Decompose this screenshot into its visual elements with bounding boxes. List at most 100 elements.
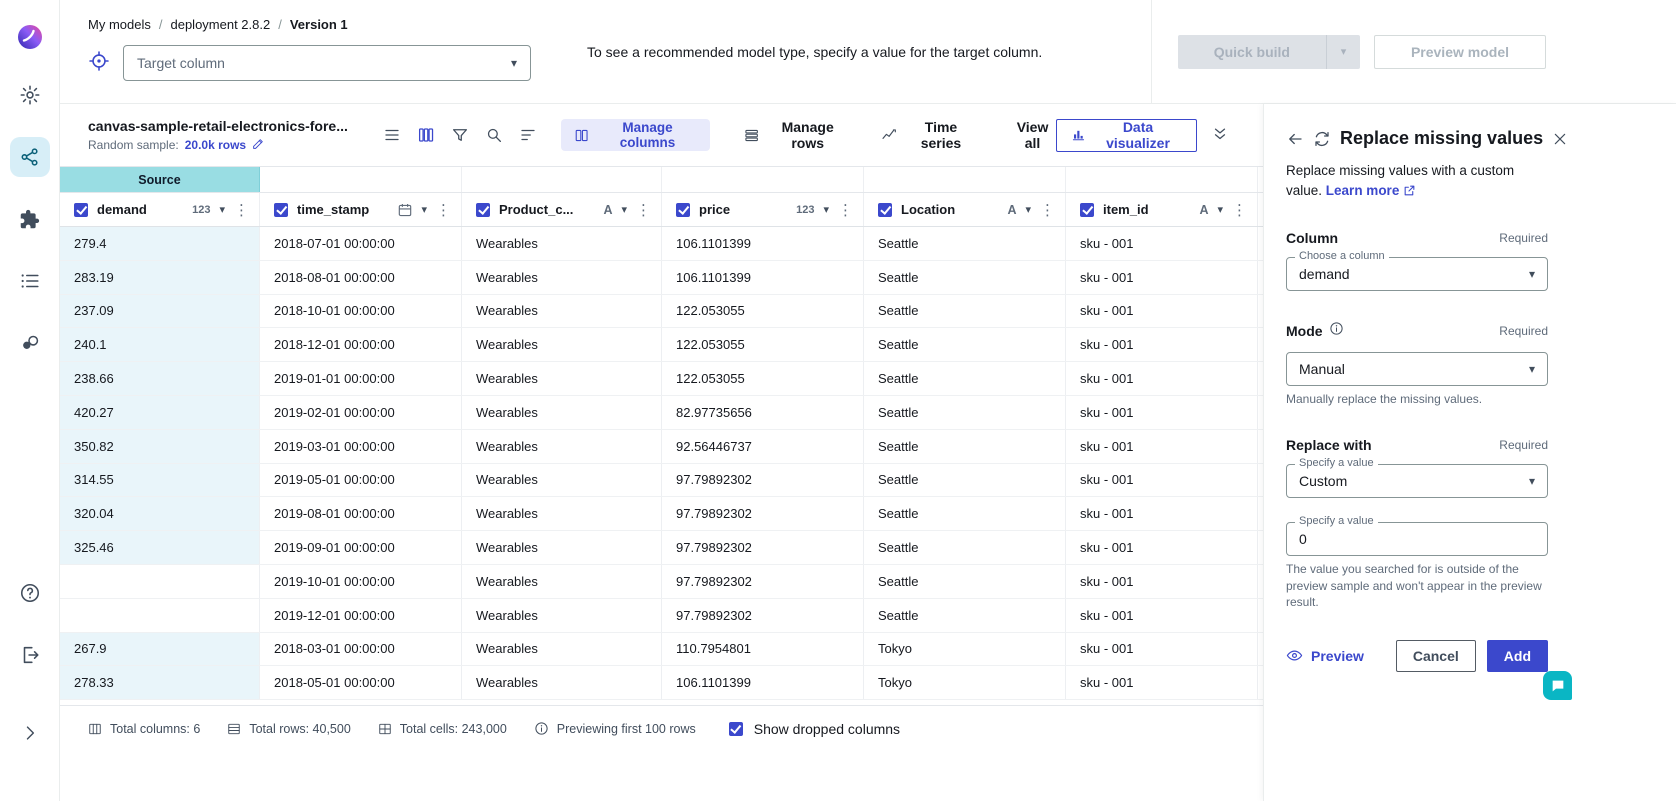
list-icon[interactable]	[10, 261, 50, 301]
time-series-button[interactable]: Time series	[881, 119, 975, 151]
cancel-button[interactable]: Cancel	[1396, 640, 1476, 672]
preview-model-button[interactable]: Preview model	[1374, 35, 1546, 69]
column-sort-caret-icon[interactable]: ▾	[621, 203, 627, 216]
table-cell: Wearables	[462, 362, 662, 395]
column-checkbox-checked[interactable]	[878, 203, 892, 217]
settings-gear-icon[interactable]	[10, 75, 50, 115]
table-cell: sku - 001	[1066, 328, 1258, 361]
content-split: canvas-sample-retail-electronics-fore...…	[60, 104, 1676, 801]
search-icon[interactable]	[478, 120, 509, 151]
table-row: 320.042019-08-01 00:00:00Wearables97.798…	[60, 497, 1263, 531]
preview-label: Preview	[1311, 648, 1364, 664]
table-cell: 2018-05-01 00:00:00	[260, 666, 462, 699]
mode-select[interactable]: Manual ▾	[1286, 352, 1548, 386]
column-kebab-menu-icon[interactable]: ⋮	[436, 201, 451, 219]
source-tab[interactable]: Source	[60, 167, 260, 192]
column-header-item_id[interactable]: item_idA▾⋮	[1066, 193, 1258, 226]
source-row: Source	[60, 167, 1263, 193]
column-kebab-menu-icon[interactable]: ⋮	[234, 201, 249, 219]
text-type-icon: A	[1199, 203, 1208, 217]
checkbox-checked-icon[interactable]	[729, 722, 743, 736]
help-icon[interactable]	[10, 573, 50, 613]
column-label: Column	[1286, 230, 1338, 246]
total-rows-text: Total rows: 40,500	[249, 722, 350, 736]
table-cell: 97.79892302	[662, 531, 864, 564]
source-row-empty-cell	[864, 167, 1066, 192]
column-header-Product_c...[interactable]: Product_c...A▾⋮	[462, 193, 662, 226]
table-row: 325.462019-09-01 00:00:00Wearables97.798…	[60, 531, 1263, 565]
column-kebab-menu-icon[interactable]: ⋮	[838, 201, 853, 219]
table-cell: 278.33	[60, 666, 260, 699]
panel-title: Replace missing values	[1340, 128, 1543, 149]
custom-models-puzzle-icon[interactable]	[10, 199, 50, 239]
replace-with-select[interactable]: Custom ▾	[1286, 464, 1548, 498]
table-cell: Wearables	[462, 565, 662, 598]
manage-rows-button[interactable]: Manage rows	[744, 119, 848, 151]
column-header-Location[interactable]: LocationA▾⋮	[864, 193, 1066, 226]
manage-columns-label: Manage columns	[598, 120, 696, 150]
filter-icon[interactable]	[444, 120, 475, 151]
table-cell: Seattle	[864, 396, 1066, 429]
column-sort-caret-icon[interactable]: ▾	[1025, 203, 1031, 216]
column-sort-caret-icon[interactable]: ▾	[823, 203, 829, 216]
datasets-circles-icon[interactable]	[10, 323, 50, 363]
column-checkbox-checked[interactable]	[476, 203, 490, 217]
number-type-icon: 123	[192, 204, 210, 216]
info-icon[interactable]	[1329, 321, 1344, 341]
column-checkbox-checked[interactable]	[676, 203, 690, 217]
chevron-down-icon: ▾	[1529, 362, 1535, 376]
column-checkbox-checked[interactable]	[1080, 203, 1094, 217]
table-cell: 350.82	[60, 430, 260, 463]
sign-out-icon[interactable]	[10, 635, 50, 675]
column-sort-caret-icon[interactable]: ▾	[1217, 203, 1223, 216]
quick-build-caret-icon[interactable]: ▾	[1326, 35, 1360, 69]
column-checkbox-checked[interactable]	[74, 203, 88, 217]
breadcrumb-item[interactable]: deployment 2.8.2	[170, 17, 270, 32]
target-column-select[interactable]: Target column ▾	[123, 45, 531, 81]
expand-sidebar-chevron-icon[interactable]	[10, 713, 50, 753]
edit-pencil-icon[interactable]	[252, 137, 265, 153]
custom-value-input[interactable]	[1286, 522, 1548, 556]
table-cell: 420.27	[60, 396, 260, 429]
column-sort-caret-icon[interactable]: ▾	[421, 203, 427, 216]
add-button[interactable]: Add	[1487, 640, 1548, 672]
status-total-columns: Total columns: 6	[88, 722, 200, 736]
column-sort-caret-icon[interactable]: ▾	[219, 203, 225, 216]
chat-widget-button[interactable]	[1543, 671, 1572, 700]
app-logo[interactable]	[16, 23, 44, 51]
learn-more-link[interactable]: Learn more	[1326, 181, 1417, 201]
table-cell: Wearables	[462, 295, 662, 328]
text-type-icon: A	[603, 203, 612, 217]
table-cell: 314.55	[60, 464, 260, 497]
collapse-double-chevron-icon[interactable]	[1211, 125, 1229, 146]
column-header-time_stamp[interactable]: time_stamp▾⋮	[260, 193, 462, 226]
show-dropped-columns-checkbox[interactable]: Show dropped columns	[729, 721, 900, 737]
table-cell: Seattle	[864, 464, 1066, 497]
view-all-button[interactable]: View all	[1009, 119, 1055, 151]
column-kebab-menu-icon[interactable]: ⋮	[1040, 201, 1055, 219]
column-header-demand[interactable]: demand123▾⋮	[60, 193, 260, 226]
grid-view-icon[interactable]	[410, 120, 441, 151]
column-header-price[interactable]: price123▾⋮	[662, 193, 864, 226]
manage-columns-button[interactable]: Manage columns	[561, 119, 710, 151]
list-settings-icon[interactable]	[512, 120, 543, 151]
my-models-icon[interactable]	[10, 137, 50, 177]
close-icon[interactable]	[1552, 131, 1568, 147]
custom-value-help-text: The value you searched for is outside of…	[1286, 561, 1548, 610]
sample-size-link[interactable]: 20.0k rows	[185, 138, 246, 152]
quick-build-button[interactable]: Quick build ▾	[1178, 35, 1360, 69]
mode-select-value: Manual	[1299, 361, 1345, 377]
data-visualizer-button[interactable]: Data visualizer	[1056, 119, 1197, 152]
breadcrumb-item[interactable]: My models	[88, 17, 151, 32]
table-cell: 267.9	[60, 633, 260, 666]
table-cell: sku - 001	[1066, 261, 1258, 294]
preview-button[interactable]: Preview	[1286, 647, 1364, 664]
table-cell: sku - 001	[1066, 396, 1258, 429]
column-kebab-menu-icon[interactable]: ⋮	[1232, 201, 1247, 219]
column-checkbox-checked[interactable]	[274, 203, 288, 217]
status-total-cells: Total cells: 243,000	[378, 722, 507, 736]
column-kebab-menu-icon[interactable]: ⋮	[636, 201, 651, 219]
list-view-icon[interactable]	[376, 120, 407, 151]
column-select[interactable]: demand ▾	[1286, 257, 1548, 291]
back-arrow-icon[interactable]	[1286, 130, 1304, 148]
